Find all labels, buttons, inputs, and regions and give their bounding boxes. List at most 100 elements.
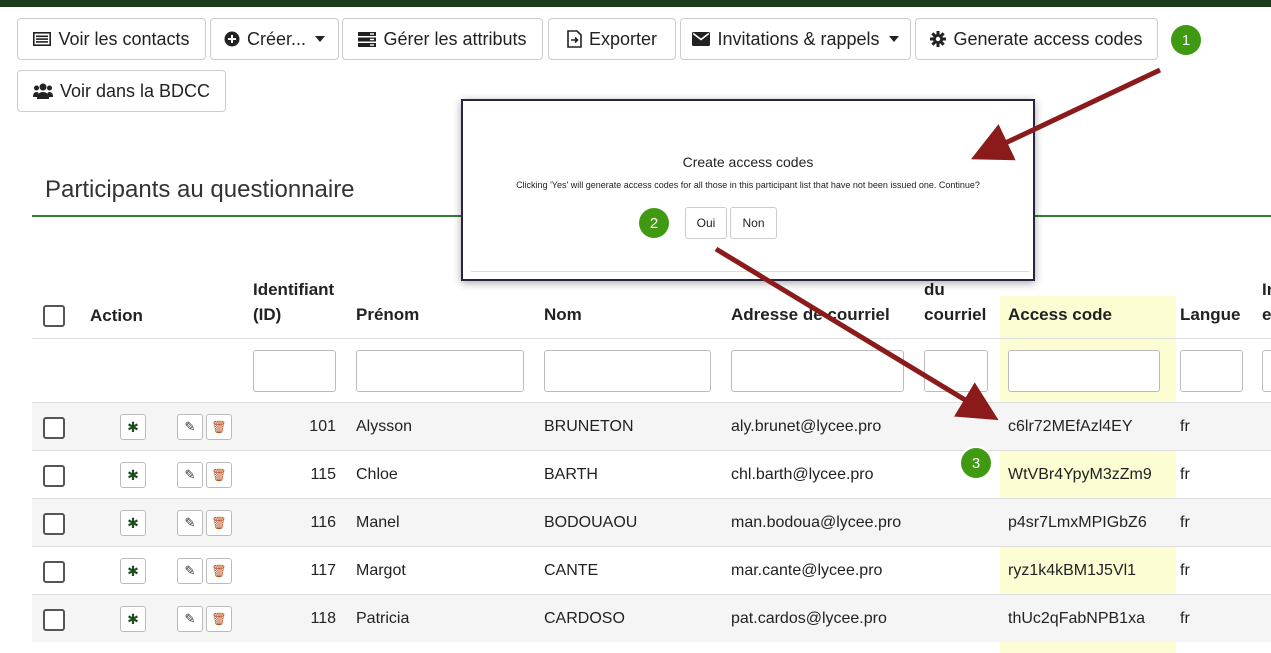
edit-participant-button[interactable]: ✎ — [177, 558, 203, 584]
plus-circle-icon — [224, 31, 240, 47]
delete-participant-button[interactable]: 🗑 — [206, 510, 232, 536]
generate-code-row-button[interactable]: ✱ — [120, 606, 146, 632]
edit-participant-button[interactable]: ✎ — [177, 462, 203, 488]
row-language: fr — [1180, 514, 1190, 531]
row-access-code: ryz1k4kBM1J5Vl1 — [1008, 562, 1137, 579]
top-bar — [0, 0, 1271, 7]
filter-lastname-input[interactable] — [544, 350, 711, 392]
modal-divider — [471, 271, 1029, 272]
invitations-label: Invitations & rappels — [717, 28, 880, 49]
filter-id-input[interactable] — [253, 350, 336, 392]
modal-message: Clicking 'Yes' will generate access code… — [516, 180, 980, 190]
edit-icon: ✎ — [184, 563, 196, 578]
row-checkbox[interactable] — [43, 417, 65, 439]
row-access-code: WtVBr4YpyM3zZm9 — [1008, 466, 1152, 483]
row-email: mar.cante@lycee.pro — [731, 562, 883, 579]
row-email: chl.barth@lycee.pro — [731, 466, 874, 483]
create-label: Créer... — [246, 28, 307, 49]
header-divider — [32, 338, 1271, 339]
row-id: 117 — [310, 562, 336, 579]
manage-attributes-button[interactable]: Gérer les attributs — [342, 18, 543, 60]
edit-participant-button[interactable]: ✎ — [177, 414, 203, 440]
header-email[interactable]: Adresse de courriel — [731, 302, 890, 327]
generate-access-codes-button[interactable]: Generate access codes — [915, 18, 1158, 60]
row-email: pat.cardos@lycee.pro — [731, 610, 887, 627]
filter-extra-input[interactable] — [1262, 350, 1271, 392]
header-language[interactable]: Langue — [1180, 302, 1240, 327]
envelope-icon — [692, 32, 711, 46]
caret-down-icon — [888, 36, 899, 42]
header-extra-line2[interactable]: e — [1262, 302, 1271, 327]
gear-icon: ✱ — [127, 562, 139, 579]
header-lastname[interactable]: Nom — [544, 302, 582, 327]
filter-firstname-input[interactable] — [356, 350, 524, 392]
edit-participant-button[interactable]: ✎ — [177, 606, 203, 632]
row-access-code: c6lr72MEfAzl4EY — [1008, 418, 1133, 435]
generate-code-row-button[interactable]: ✱ — [120, 462, 146, 488]
row-firstname: Chloe — [356, 466, 398, 483]
step-1-badge: 1 — [1171, 25, 1201, 55]
delete-participant-button[interactable]: 🗑 — [206, 462, 232, 488]
export-button[interactable]: Exporter — [548, 18, 676, 60]
header-id-line2[interactable]: (ID) — [253, 302, 281, 327]
invitations-dropdown-button[interactable]: Invitations & rappels — [680, 18, 911, 60]
header-extra-line1[interactable]: In — [1262, 277, 1271, 302]
header-action: Action — [90, 306, 143, 325]
generate-access-codes-label: Generate access codes — [953, 28, 1143, 49]
row-checkbox[interactable] — [43, 513, 65, 535]
filter-email2-input[interactable] — [924, 350, 988, 392]
list-icon — [33, 32, 52, 46]
gear-icon: ✱ — [127, 610, 139, 627]
row-firstname: Alysson — [356, 418, 413, 435]
edit-icon: ✎ — [184, 419, 196, 434]
modal-no-button[interactable]: Non — [730, 207, 777, 239]
row-lastname: BODOUAOU — [544, 514, 638, 531]
export-label: Exporter — [588, 28, 658, 49]
row-checkbox[interactable] — [43, 465, 65, 487]
modal-title: Create access codes — [682, 154, 814, 170]
header-access-code[interactable]: Access code — [1008, 302, 1112, 327]
row-lastname: CANTE — [544, 562, 599, 579]
table-row: ✱ ✎ 🗑 116 Manel BODOUAOU man.bodoua@lyce… — [32, 498, 1271, 546]
row-lastname: BRUNETON — [544, 418, 634, 435]
filter-language-input[interactable] — [1180, 350, 1243, 392]
header-id-line1[interactable]: Identifiant — [253, 277, 334, 302]
row-access-code: p4sr7LmxMPIGbZ6 — [1008, 514, 1147, 531]
row-checkbox[interactable] — [43, 609, 65, 631]
header-firstname[interactable]: Prénom — [356, 302, 419, 327]
filter-access-code-input[interactable] — [1008, 350, 1160, 392]
edit-icon: ✎ — [184, 467, 196, 482]
file-export-icon — [567, 30, 582, 48]
row-lastname: BARTH — [544, 466, 598, 483]
filter-email-input[interactable] — [731, 350, 904, 392]
row-firstname: Margot — [356, 562, 406, 579]
table-row: ✱ ✎ 🗑 115 Chloe BARTH chl.barth@lycee.pr… — [32, 450, 1271, 498]
trash-icon: 🗑 — [211, 564, 227, 578]
edit-icon: ✎ — [184, 611, 196, 626]
delete-participant-button[interactable]: 🗑 — [206, 558, 232, 584]
caret-down-icon — [315, 36, 326, 42]
view-contacts-label: Voir les contacts — [58, 28, 190, 49]
users-icon — [32, 83, 53, 99]
gear-icon: ✱ — [127, 418, 139, 435]
trash-icon: 🗑 — [211, 468, 227, 482]
select-all-checkbox[interactable] — [43, 305, 65, 327]
generate-code-row-button[interactable]: ✱ — [120, 510, 146, 536]
header-email2-line2[interactable]: courriel — [924, 302, 986, 327]
row-checkbox[interactable] — [43, 561, 65, 583]
gear-icon: ✱ — [127, 466, 139, 483]
edit-participant-button[interactable]: ✎ — [177, 510, 203, 536]
modal-yes-button[interactable]: Oui — [685, 207, 727, 239]
table-row: ✱ ✎ 🗑 117 Margot CANTE mar.cante@lycee.p… — [32, 546, 1271, 594]
view-contacts-button[interactable]: Voir les contacts — [17, 18, 206, 60]
row-lastname: CARDOSO — [544, 610, 625, 627]
delete-participant-button[interactable]: 🗑 — [206, 606, 232, 632]
view-bdcc-button[interactable]: Voir dans la BDCC — [17, 70, 226, 112]
create-dropdown-button[interactable]: Créer... — [210, 18, 339, 60]
delete-participant-button[interactable]: 🗑 — [206, 414, 232, 440]
row-language: fr — [1180, 418, 1190, 435]
generate-code-row-button[interactable]: ✱ — [120, 414, 146, 440]
row-firstname: Manel — [356, 514, 400, 531]
row-language: fr — [1180, 466, 1190, 483]
generate-code-row-button[interactable]: ✱ — [120, 558, 146, 584]
